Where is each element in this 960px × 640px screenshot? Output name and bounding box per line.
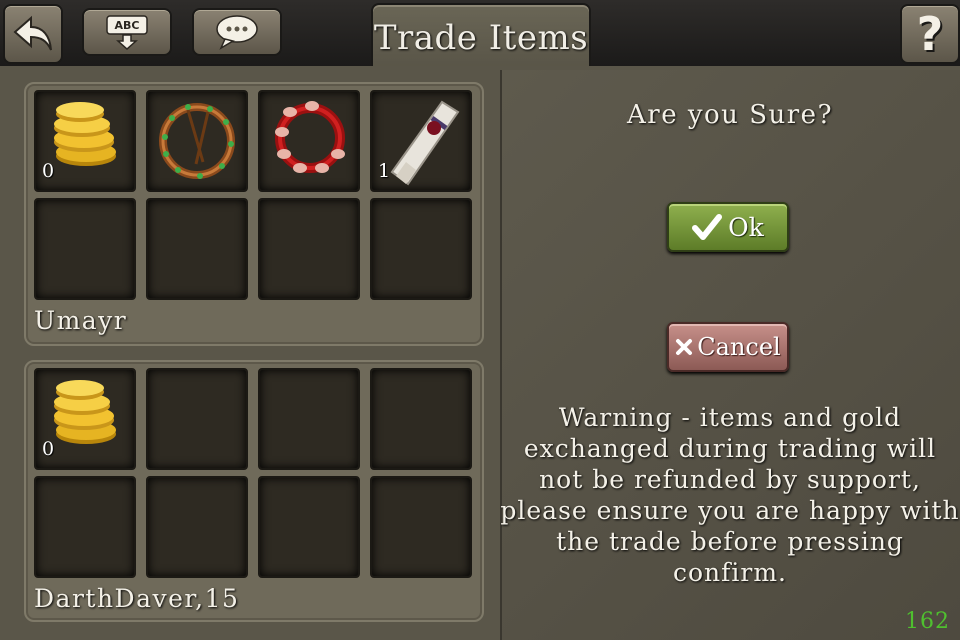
- back-arrow-icon: [13, 15, 52, 51]
- trade-slot[interactable]: 1: [370, 90, 472, 192]
- trade-slot-empty[interactable]: [146, 198, 248, 300]
- chat-bubble-icon: [216, 15, 258, 50]
- trade-slot-empty[interactable]: [370, 368, 472, 470]
- abc-label: ABC: [115, 19, 140, 32]
- thorn-wreath-icon: [159, 103, 235, 179]
- red-bead-necklace-icon: [275, 101, 345, 173]
- cancel-label: Cancel: [697, 333, 781, 361]
- tab-trade-items[interactable]: Trade Items: [371, 3, 591, 71]
- trade-slot-empty[interactable]: [370, 198, 472, 300]
- ok-button[interactable]: Ok: [667, 202, 789, 252]
- close-x-icon: [676, 339, 693, 355]
- back-button[interactable]: [3, 4, 63, 64]
- trade-slot-empty[interactable]: [146, 368, 248, 470]
- player-trade-group-umayr: 0 1 Umayr: [24, 82, 484, 346]
- trade-slot[interactable]: [258, 90, 360, 192]
- cancel-button[interactable]: Cancel: [667, 322, 789, 372]
- trade-slot-empty[interactable]: [370, 476, 472, 578]
- player-name: DarthDaver,15: [34, 584, 240, 613]
- top-bar: ABC Trade Items ?: [0, 0, 960, 71]
- confirm-question: Are you Sure?: [626, 100, 834, 130]
- item-count: 0: [42, 160, 55, 182]
- counter-number: 162: [905, 609, 950, 634]
- abc-keyboard-icon: ABC: [106, 15, 148, 50]
- player-trade-group-darthdaver: 0 DarthDaver,15: [24, 360, 484, 622]
- keyboard-button[interactable]: ABC: [82, 8, 172, 56]
- tab-title: Trade Items: [373, 18, 589, 58]
- trade-slot-empty[interactable]: [146, 476, 248, 578]
- trade-slot-empty[interactable]: [34, 198, 136, 300]
- help-button[interactable]: ?: [900, 4, 960, 64]
- trade-slot[interactable]: 0: [34, 368, 136, 470]
- player-name: Umayr: [34, 306, 128, 335]
- ok-label: Ok: [728, 212, 764, 242]
- item-count: 0: [42, 438, 55, 460]
- trade-slot-empty[interactable]: [258, 476, 360, 578]
- trade-slot-empty[interactable]: [258, 198, 360, 300]
- trade-warning-text: Warning - items and gold exchanged durin…: [500, 403, 960, 587]
- item-count: 1: [378, 160, 391, 182]
- help-question-icon: ?: [916, 7, 944, 61]
- trade-slot[interactable]: 0: [34, 90, 136, 192]
- chat-button[interactable]: [192, 8, 282, 56]
- checkmark-icon: [692, 214, 723, 240]
- trade-slot-empty[interactable]: [34, 476, 136, 578]
- trade-slot-empty[interactable]: [258, 368, 360, 470]
- trade-slot[interactable]: [146, 90, 248, 192]
